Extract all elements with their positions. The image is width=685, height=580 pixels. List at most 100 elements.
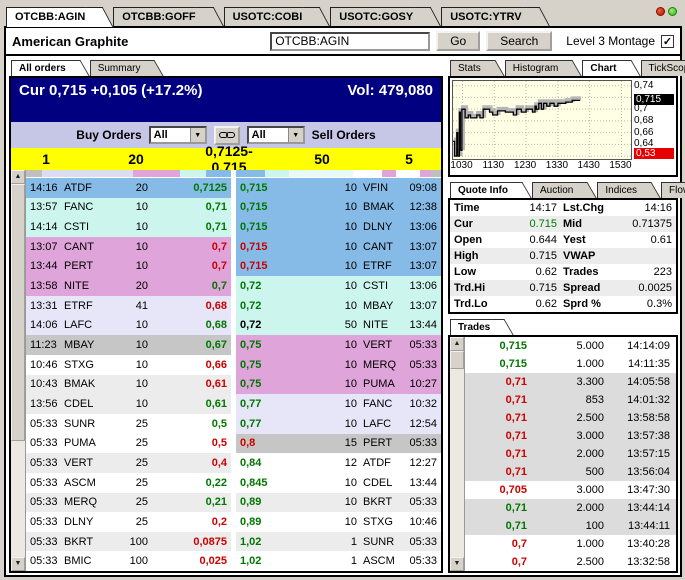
buy-order-row[interactable]: 14:06 LAFC 10 0,68 (26, 315, 231, 336)
chevron-down-icon[interactable]: ▼ (287, 128, 303, 142)
buy-filter-select[interactable]: All ▼ (148, 126, 207, 144)
sell-order-row[interactable]: 1,02 1 ASCM 05:33 (236, 551, 441, 572)
buy-order-row[interactable]: 14:14 CSTI 10 0,71 (26, 217, 231, 237)
depth-segment (179, 170, 207, 177)
buy-order-row[interactable]: 05:33 MERQ 25 0,21 (26, 492, 231, 513)
sell-order-row[interactable]: 0,8 15 PERT 05:33 (236, 433, 441, 454)
buy-order-row[interactable]: 13:57 FANC 10 0,71 (26, 197, 231, 218)
sell-order-row[interactable]: 0,77 10 FANC 10:32 (236, 394, 441, 414)
sell-filter-select[interactable]: All ▼ (246, 126, 305, 144)
sell-order-row[interactable]: 0,72 50 NITE 13:44 (236, 315, 441, 336)
tab-trades[interactable]: Trades (450, 319, 503, 335)
order-size: 10 (344, 181, 357, 194)
scroll-down-icon[interactable]: ▼ (450, 557, 464, 571)
window-tab-otcbb-goff[interactable]: OTCBB:GOFF (113, 7, 210, 27)
buy-order-row[interactable]: 05:33 BKRT 100 0,0875 (26, 531, 231, 552)
sell-order-row[interactable]: 0,845 10 CDEL 13:44 (236, 472, 441, 493)
order-time: 12:27 (409, 457, 437, 470)
order-price: 0,715 (240, 260, 268, 273)
trade-price: 0,71 (505, 520, 527, 532)
quote-info-row: Cur 0.715 Mid 0.71375 (450, 216, 676, 232)
sell-order-row[interactable]: 0,84 12 ATDF 12:27 (236, 453, 441, 473)
scroll-up-icon[interactable]: ▲ (11, 170, 25, 184)
buy-order-row[interactable]: 13:07 CANT 10 0,7 (26, 236, 231, 257)
montage-checkbox[interactable]: ✓ (661, 34, 674, 48)
buy-order-row[interactable]: 10:46 STXG 10 0,66 (26, 354, 231, 375)
quote-info-box: Time 14:17 Lst.Chg 14:16 Cur 0.715 Mid 0.71375 O… (448, 198, 678, 314)
x-axis-tick: 1430 (577, 160, 600, 171)
buy-depth-bar (26, 170, 231, 178)
tab-tickscope[interactable]: TickScope (640, 60, 685, 76)
depth-segment (42, 170, 133, 177)
order-price: 0,71 (205, 221, 227, 234)
tab-flow[interactable]: Flow (661, 182, 685, 198)
sell-order-row[interactable]: 0,715 10 CANT 13:07 (236, 236, 441, 257)
sell-order-row[interactable]: 0,75 10 MERQ 05:33 (236, 354, 441, 375)
sell-order-row[interactable]: 1,02 1 SUNR 05:33 (236, 531, 441, 552)
buy-order-row[interactable]: 05:33 ASCM 25 0,22 (26, 472, 231, 493)
new-window-icon[interactable] (668, 7, 677, 16)
buy-order-row[interactable]: 14:16 ATDF 20 0,7125 (26, 178, 231, 198)
orderbook-scrollbar[interactable]: ▲ ▼ (11, 170, 26, 571)
sell-order-row[interactable]: 0,715 10 VFIN 09:08 (236, 178, 441, 198)
close-window-icon[interactable] (656, 7, 665, 16)
window-tab-usotc-ytrv[interactable]: USOTC:YTRV (441, 7, 536, 27)
buy-order-row[interactable]: 13:44 PERT 10 0,7 (26, 256, 231, 277)
trade-price: 0,7 (511, 538, 527, 550)
sell-order-row[interactable]: 0,72 10 MBAY 13:07 (236, 295, 441, 316)
tab-indices[interactable]: Indices (597, 182, 650, 198)
buy-order-row[interactable]: 05:33 PUMA 25 0,5 (26, 433, 231, 454)
buy-order-row[interactable]: 05:33 BMIC 100 0,025 (26, 551, 231, 572)
buy-order-row[interactable]: 10:43 BMAK 10 0,61 (26, 374, 231, 395)
scrollbar-thumb[interactable] (450, 351, 464, 369)
sell-order-row[interactable]: 0,715 10 ETRF 13:07 (236, 256, 441, 277)
quote-label: VWAP (563, 250, 596, 262)
chevron-down-icon[interactable]: ▼ (189, 128, 205, 142)
order-price: 0,22 (205, 476, 227, 489)
buy-order-row[interactable]: 11:23 MBAY 10 0,67 (26, 335, 231, 355)
scrollbar-track[interactable] (450, 369, 464, 557)
buy-order-row[interactable]: 13:58 NITE 20 0,7 (26, 276, 231, 296)
tab-quote-info[interactable]: Quote Info (450, 182, 520, 198)
window-tab-usotc-cobi[interactable]: USOTC:COBI (223, 7, 317, 27)
scrollbar-track[interactable] (11, 441, 25, 557)
sell-depth-bar (236, 170, 441, 178)
trade-size: 3.000 (576, 484, 604, 496)
symbol-input[interactable] (270, 31, 431, 51)
trade-price: 0,71 (505, 430, 527, 442)
buy-order-row[interactable]: 05:33 VERT 25 0,4 (26, 453, 231, 473)
window-tab-usotc-gosy[interactable]: USOTC:GOSY (330, 7, 428, 27)
buy-order-row[interactable]: 13:31 ETRF 41 0,68 (26, 295, 231, 316)
trade-time: 13:47:30 (627, 484, 670, 496)
sell-order-row[interactable]: 0,715 10 DLNY 13:06 (236, 217, 441, 237)
search-button[interactable]: Search (486, 31, 553, 51)
trades-scrollbar[interactable]: ▲ ▼ (450, 337, 465, 571)
order-price: 0,67 (205, 339, 227, 352)
link-filters-button[interactable] (213, 125, 240, 145)
window-tab-otcbb-agin[interactable]: OTCBB:AGIN (6, 7, 100, 27)
scrollbar-thumb[interactable] (11, 184, 25, 441)
buy-order-row[interactable]: 05:33 SUNR 25 0,5 (26, 413, 231, 434)
tab-all-orders[interactable]: All orders (11, 60, 78, 76)
sell-order-row[interactable]: 0,77 10 LAFC 12:54 (236, 413, 441, 434)
buy-order-row[interactable]: 13:56 CDEL 10 0,61 (26, 394, 231, 414)
sell-order-row[interactable]: 0,75 10 PUMA 10:27 (236, 374, 441, 395)
tab-chart[interactable]: Chart (582, 60, 629, 76)
tab-auction[interactable]: Auction (532, 182, 586, 198)
bid-size: 20 (128, 151, 144, 167)
tab-histogram[interactable]: Histogram (504, 60, 571, 76)
buy-order-row[interactable]: 05:33 DLNY 25 0,2 (26, 512, 231, 532)
tab-stats[interactable]: Stats (450, 60, 493, 76)
sell-order-row[interactable]: 0,89 10 BKRT 05:33 (236, 492, 441, 513)
go-button[interactable]: Go (436, 31, 481, 51)
sell-order-row[interactable]: 0,89 10 STXG 10:46 (236, 512, 441, 532)
order-price: 0,89 (240, 496, 262, 509)
market-maker-id: PUMA (363, 378, 395, 391)
tab-summary[interactable]: Summary (89, 60, 153, 76)
sell-order-row[interactable]: 0,72 10 CSTI 13:06 (236, 276, 441, 296)
sell-order-row[interactable]: 0,715 10 BMAK 12:38 (236, 197, 441, 218)
depth-segment (381, 170, 396, 177)
sell-order-row[interactable]: 0,75 10 VERT 05:33 (236, 335, 441, 355)
scroll-down-icon[interactable]: ▼ (11, 557, 25, 571)
scroll-up-icon[interactable]: ▲ (450, 337, 464, 351)
